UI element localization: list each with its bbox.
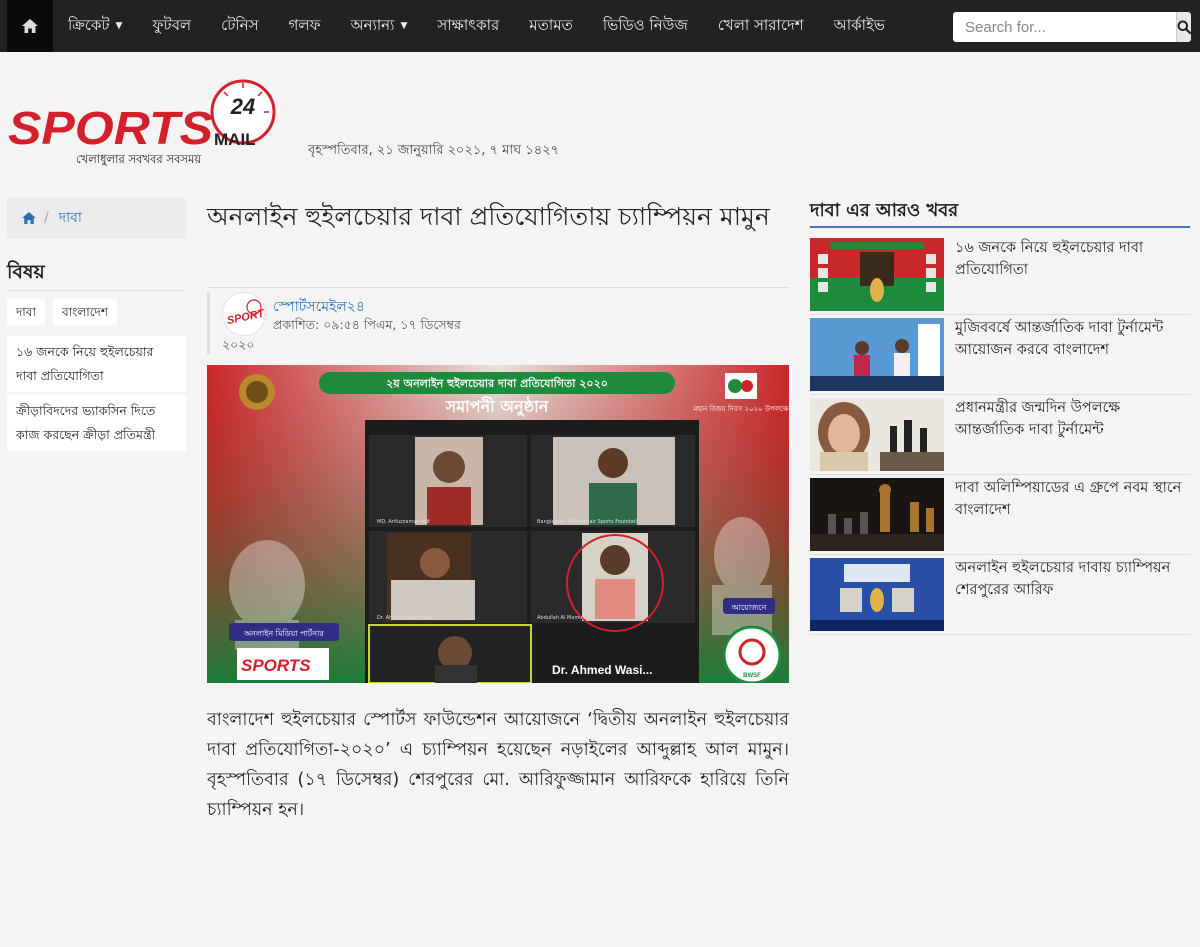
divider	[810, 226, 1190, 228]
nav-item-tennis[interactable]: টেনিস	[206, 0, 273, 52]
svg-text:SPORTS: SPORTS	[226, 306, 266, 327]
svg-text:BWSF: BWSF	[743, 673, 761, 679]
nav-item-others[interactable]: অন্যান্য ▼	[336, 0, 423, 52]
news-title[interactable]: মুজিববর্ষে আন্তর্জাতিক দাবা টুর্নামেন্ট …	[955, 317, 1190, 361]
more-news-heading: দাবা এর আরও খবর	[810, 200, 959, 221]
chevron-down-icon: ▼	[115, 21, 123, 31]
home-button[interactable]	[7, 0, 53, 52]
hero-banner-title: ২য় অনলাইন হুইলচেয়ার দাবা প্রতিযোগিতা ২…	[386, 376, 608, 390]
published-year: ২০২০	[222, 337, 255, 352]
hero-right-badge: মহান বিজয় দিবস ২০২০ উপলক্ষে	[692, 404, 789, 413]
tag-bangladesh[interactable]: বাংলাদেশ	[52, 299, 117, 325]
news-thumbnail[interactable]	[810, 238, 944, 311]
related-item[interactable]: ১৬ জনকে নিয়ে হুইলচেয়ার দাবা প্রতিযোগিত…	[7, 336, 186, 392]
news-title[interactable]: প্রধানমন্ত্রীর জন্মদিন উপলক্ষে আন্তর্জাত…	[955, 397, 1190, 441]
news-title[interactable]: অনলাইন হুইলচেয়ার দাবায় চ্যাম্পিয়ন শের…	[955, 557, 1190, 601]
svg-text:24: 24	[230, 94, 255, 119]
svg-text:Bangladesh Wheelchair Sports F: Bangladesh Wheelchair Sports Foundati...	[537, 519, 642, 525]
breadcrumb-current[interactable]: দাবা	[59, 206, 82, 230]
search-icon	[1177, 20, 1191, 34]
nav-item-opinion[interactable]: মতামত	[514, 0, 588, 52]
news-item[interactable]: দাবা অলিম্পিয়াডের এ গ্রুপে নবম স্থানে ব…	[810, 475, 1190, 555]
nav-item-archive[interactable]: আর্কাইভ	[819, 0, 900, 52]
author-avatar: SPORTS	[222, 292, 266, 336]
site-logo[interactable]: 24 SPORTS MAIL খেলাধুলার সবখবর সবসময়	[6, 78, 278, 170]
svg-text:আয়োজনে: আয়োজনে	[731, 603, 767, 612]
divider	[7, 290, 186, 291]
author-name[interactable]: স্পোর্টসমেইল২৪	[273, 295, 365, 319]
svg-text:খেলাধুলার সবখবর সবসময়: খেলাধুলার সবখবর সবসময়	[76, 152, 202, 167]
svg-text:MD. Arifuzzaman Arif: MD. Arifuzzaman Arif	[377, 519, 430, 525]
nav-item-cricket[interactable]: ক্রিকেট ▼	[53, 0, 137, 52]
related-item[interactable]: ক্রীড়াবিদদের ভ্যাকসিন দিতে কাজ করছেন ক্…	[7, 395, 186, 451]
news-thumbnail[interactable]	[810, 478, 944, 551]
chevron-down-icon: ▼	[400, 21, 408, 31]
current-date: বৃহস্পতিবার, ২১ জানুয়ারি ২০২১, ৭ মাঘ ১৪…	[308, 143, 560, 158]
article-body: বাংলাদেশ হুইলচেয়ার স্পোর্টস ফাউন্ডেশন আ…	[207, 710, 789, 820]
news-item[interactable]: মুজিববর্ষে আন্তর্জাতিক দাবা টুর্নামেন্ট …	[810, 315, 1190, 395]
published-time: প্রকাশিত: ০৯:৫৪ পিএম, ১৭ ডিসেম্বর	[273, 317, 461, 332]
nav-item-interview[interactable]: সাক্ষাৎকার	[422, 0, 514, 52]
news-title[interactable]: দাবা অলিম্পিয়াডের এ গ্রুপে নবম স্থানে ব…	[955, 477, 1190, 521]
tag-chess[interactable]: দাবা	[7, 299, 45, 325]
nav-item-video-news[interactable]: ভিডিও নিউজ	[588, 0, 703, 52]
search-button[interactable]	[1176, 12, 1191, 42]
news-thumbnail[interactable]	[810, 398, 944, 471]
topics-heading: বিষয়	[7, 261, 45, 283]
article-byline: SPORTS স্পোর্টসমেইল২৪ প্রকাশিত: ০৯:৫৪ পি…	[207, 292, 507, 354]
svg-text:SPORTS: SPORTS	[241, 656, 311, 675]
news-item[interactable]: ১৬ জনকে নিয়ে হুইলচেয়ার দাবা প্রতিযোগিত…	[810, 235, 1190, 315]
news-title[interactable]: ১৬ জনকে নিয়ে হুইলচেয়ার দাবা প্রতিযোগিত…	[955, 237, 1190, 281]
article-hero-image: ২য় অনলাইন হুইলচেয়ার দাবা প্রতিযোগিতা ২…	[207, 365, 789, 683]
home-icon[interactable]	[22, 212, 36, 224]
news-thumbnail[interactable]	[810, 558, 944, 631]
news-thumbnail[interactable]	[810, 318, 944, 391]
svg-text:Dr. Ahmed Wasif Hasan: Dr. Ahmed Wasif Hasan	[377, 615, 436, 621]
svg-text:MAIL: MAIL	[214, 130, 256, 149]
related-list: ১৬ জনকে নিয়ে হুইলচেয়ার দাবা প্রতিযোগিত…	[7, 336, 186, 454]
hero-subtitle: সমাপনী অনুষ্ঠান	[445, 396, 550, 417]
home-icon	[22, 19, 38, 33]
news-item[interactable]: প্রধানমন্ত্রীর জন্মদিন উপলক্ষে আন্তর্জাত…	[810, 395, 1190, 475]
svg-text:অনলাইন মিডিয়া পার্টনার: অনলাইন মিডিয়া পার্টনার	[243, 628, 324, 638]
top-navbar: ক্রিকেট ▼ ফুটবল টেনিস গলফ অন্যান্য ▼ সাক্ষ…	[0, 0, 1200, 52]
nav-item-football[interactable]: ফুটবল	[137, 0, 206, 52]
topic-tags: দাবা বাংলাদেশ	[7, 299, 117, 325]
search-box	[953, 12, 1191, 42]
divider	[207, 287, 789, 288]
news-item[interactable]: অনলাইন হুইলচেয়ার দাবায় চ্যাম্পিয়ন শের…	[810, 555, 1190, 635]
svg-text:SPORTS: SPORTS	[8, 102, 213, 154]
hero-speaker-name: Dr. Ahmed Wasi...	[552, 663, 652, 677]
breadcrumb-separator: /	[44, 210, 49, 226]
search-input[interactable]	[953, 12, 1176, 42]
breadcrumb: / দাবা	[7, 197, 186, 239]
sportsmail24-logo: 24 SPORTS MAIL খেলাধুলার সবখবর সবসময়	[8, 79, 276, 167]
svg-text:Abdullah Al Mamun: Abdullah Al Mamun	[537, 615, 586, 621]
nav-item-countrywide[interactable]: খেলা সারাদেশ	[703, 0, 819, 52]
article-headline: অনলাইন হুইলচেয়ার দাবা প্রতিযোগিতায় চ্য…	[207, 202, 770, 231]
more-news-list: ১৬ জনকে নিয়ে হুইলচেয়ার দাবা প্রতিযোগিত…	[810, 235, 1190, 635]
nav-item-golf[interactable]: গলফ	[274, 0, 336, 52]
